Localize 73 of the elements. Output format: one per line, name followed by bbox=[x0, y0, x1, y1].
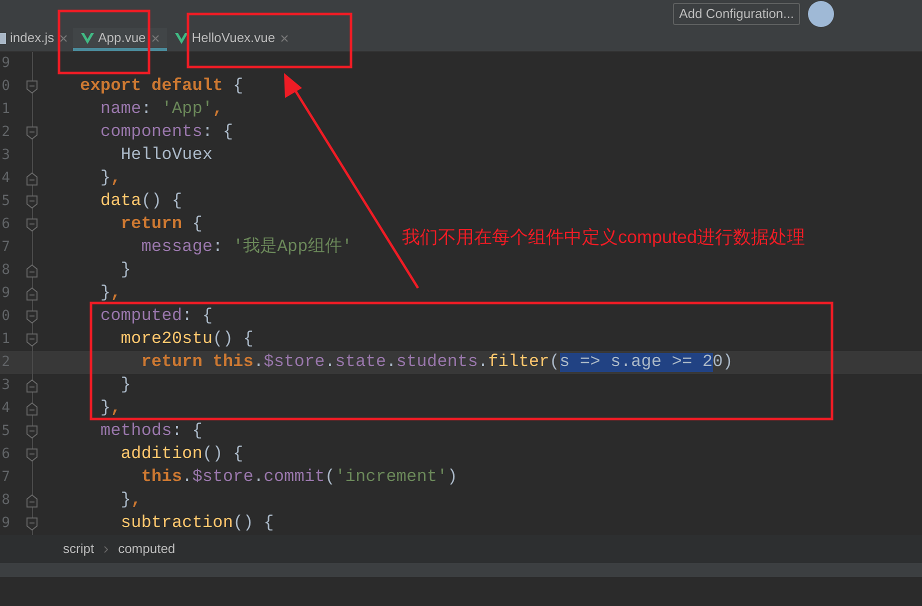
code-line: subtraction() { bbox=[120, 512, 274, 535]
line-number: 4 bbox=[0, 169, 10, 188]
chevron-icon bbox=[104, 546, 108, 552]
fold-marker-icon[interactable] bbox=[26, 424, 38, 438]
line-number: 8 bbox=[0, 491, 10, 510]
fold-marker-icon[interactable] bbox=[26, 286, 38, 300]
avatar bbox=[808, 1, 834, 27]
line-number: 8 bbox=[0, 261, 10, 280]
code-line: name: 'App', bbox=[99, 98, 223, 121]
line-number: 2 bbox=[0, 123, 10, 142]
fold-marker-icon[interactable] bbox=[26, 402, 38, 416]
code-line: methods: { bbox=[99, 420, 202, 443]
fold-marker-icon[interactable] bbox=[26, 448, 38, 462]
file-icon bbox=[0, 32, 6, 44]
code-line: addition() { bbox=[120, 444, 244, 466]
line-number: 9 bbox=[0, 54, 10, 73]
line-number: 1 bbox=[0, 100, 10, 119]
line-number: 9 bbox=[0, 514, 10, 533]
editor-tab[interactable]: index.js bbox=[0, 28, 74, 51]
fold-marker-icon[interactable] bbox=[26, 80, 38, 94]
line-number: 0 bbox=[0, 307, 10, 326]
editor-tab[interactable]: HelloVuex.vue bbox=[166, 28, 296, 51]
code-line: }, bbox=[120, 490, 142, 512]
fold-marker-icon[interactable] bbox=[26, 218, 38, 232]
fold-marker-icon[interactable] bbox=[26, 264, 38, 278]
line-number: 4 bbox=[0, 399, 10, 418]
line-number: 7 bbox=[0, 468, 10, 487]
line-number: 9 bbox=[0, 284, 10, 303]
close-icon[interactable] bbox=[152, 34, 159, 42]
code-line: } bbox=[120, 374, 132, 397]
code-line: more20stu() { bbox=[120, 328, 254, 351]
line-number: 0 bbox=[0, 77, 10, 96]
line-number: 5 bbox=[0, 192, 10, 211]
code-line: return { bbox=[120, 214, 202, 236]
line-number: 5 bbox=[0, 422, 10, 441]
line-number: 6 bbox=[0, 215, 10, 234]
fold-marker-icon[interactable] bbox=[26, 378, 38, 392]
tab-label: App.vue bbox=[98, 29, 146, 48]
code-line: message: '我是App组件' bbox=[140, 236, 352, 259]
line-number: 1 bbox=[0, 330, 10, 349]
fold-marker-icon[interactable] bbox=[26, 516, 38, 530]
code-line: computed: { bbox=[99, 306, 213, 328]
close-icon[interactable] bbox=[281, 34, 288, 42]
vue-logo-icon bbox=[174, 32, 188, 44]
breadcrumb-item[interactable]: script bbox=[63, 539, 94, 559]
editor-tab[interactable]: App.vue bbox=[73, 28, 167, 51]
tab-label: index.js bbox=[10, 29, 54, 48]
line-number: 3 bbox=[0, 376, 10, 395]
line-number: 7 bbox=[0, 238, 10, 257]
fold-marker-icon[interactable] bbox=[26, 194, 38, 208]
code-line: }, bbox=[99, 282, 121, 305]
close-icon[interactable] bbox=[60, 34, 68, 42]
tab-label: HelloVuex.vue bbox=[192, 29, 276, 48]
code-line: export default { bbox=[80, 76, 244, 98]
vue-logo-icon bbox=[81, 32, 94, 44]
add-configuration-button[interactable]: Add Configuration... bbox=[673, 3, 800, 25]
code-line: this.$store.commit('increment') bbox=[140, 466, 458, 489]
line-number: 6 bbox=[0, 445, 10, 464]
fold-marker-icon[interactable] bbox=[26, 172, 38, 186]
annotation-text: 我们不用在每个组件中定义computed进行数据处理 bbox=[402, 226, 806, 249]
code-line: HelloVuex bbox=[120, 144, 213, 167]
fold-marker-icon[interactable] bbox=[26, 126, 38, 140]
line-number: 3 bbox=[0, 146, 10, 165]
code-line: components: { bbox=[99, 122, 234, 144]
fold-marker-icon[interactable] bbox=[26, 310, 38, 324]
breadcrumb-item[interactable]: computed bbox=[118, 539, 176, 559]
fold-marker-icon[interactable] bbox=[26, 332, 38, 346]
code-line: data() { bbox=[99, 190, 182, 213]
fold-marker-icon[interactable] bbox=[26, 494, 38, 508]
code-line: }, bbox=[99, 398, 121, 420]
code-line: } bbox=[120, 260, 132, 282]
code-line: return this.$store.state.students.filter(s => s.age >= 20) bbox=[140, 352, 733, 374]
code-line: }, bbox=[99, 168, 121, 190]
